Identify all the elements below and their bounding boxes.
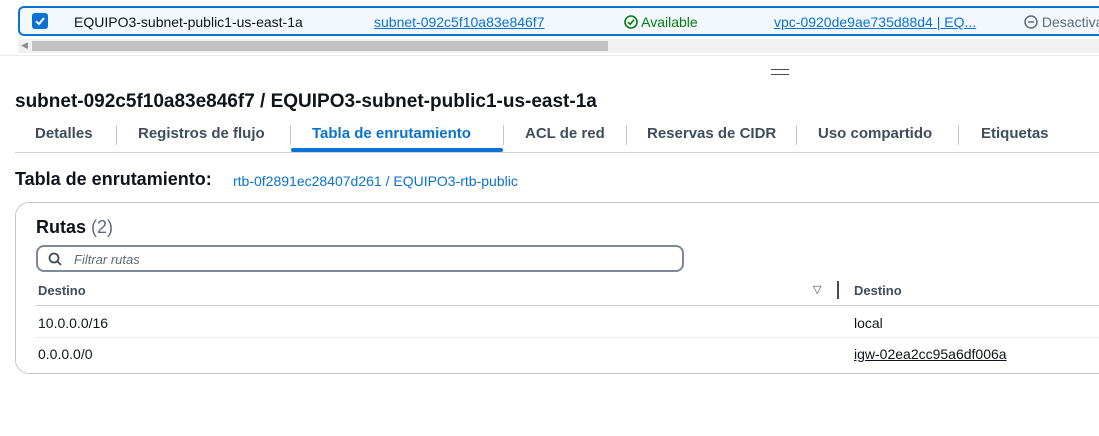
- status-available-icon: [624, 15, 638, 29]
- tab-separator: [116, 125, 117, 145]
- tab-uso-compartido[interactable]: Uso compartido: [818, 120, 932, 152]
- routes-container: Rutas (2) Destino ▽ Destino 10.0.0.0/16 …: [15, 202, 1099, 374]
- tab-etiquetas[interactable]: Etiquetas: [981, 120, 1049, 152]
- routes-count: (2): [91, 217, 114, 237]
- extra-label: Desactiva: [1041, 14, 1099, 30]
- status-disabled-icon: [1024, 15, 1038, 29]
- route-table-label: Tabla de enrutamiento:: [15, 169, 212, 189]
- subnet-name-cell: EQUIPO3-subnet-public1-us-east-1a: [74, 14, 303, 30]
- header-divider: [36, 305, 1099, 306]
- page-title: subnet-092c5f10a83e846f7 / EQUIPO3-subne…: [15, 91, 597, 112]
- route-target-link[interactable]: igw-02ea2cc95a6df006a: [854, 346, 1007, 362]
- tab-detalles[interactable]: Detalles: [35, 120, 93, 152]
- route-destination-cell: 10.0.0.0/16: [38, 315, 109, 331]
- row-divider: [36, 337, 1099, 338]
- extra-cell: Desactiva: [1024, 14, 1099, 30]
- route-destination-cell: 0.0.0.0/0: [38, 346, 93, 362]
- tab-registros-de-flujo[interactable]: Registros de flujo: [138, 120, 265, 152]
- tab-separator: [503, 125, 504, 145]
- route-target-cell: local: [854, 315, 883, 331]
- column-header-target[interactable]: Destino: [854, 283, 902, 298]
- column-resizer[interactable]: [837, 281, 839, 299]
- tab-separator: [290, 125, 291, 145]
- selected-subnet-row[interactable]: EQUIPO3-subnet-public1-us-east-1a subnet…: [18, 6, 1099, 36]
- checkbox-checked-icon[interactable]: [32, 13, 48, 29]
- state-cell: Available: [624, 14, 698, 30]
- tab-reservas-de-cidr[interactable]: Reservas de CIDR: [647, 120, 776, 152]
- subnet-id-link[interactable]: subnet-092c5f10a83e846f7: [374, 14, 544, 30]
- tab-separator: [958, 125, 959, 145]
- tab-separator: [626, 125, 627, 145]
- filter-routes-input[interactable]: [74, 250, 674, 268]
- routes-title-text: Rutas: [36, 217, 87, 237]
- search-icon: [48, 252, 62, 266]
- sort-descending-icon[interactable]: ▽: [813, 283, 821, 296]
- column-header-destination[interactable]: Destino: [38, 283, 86, 298]
- horizontal-scrollbar[interactable]: ◀: [18, 39, 1099, 53]
- filter-routes-field[interactable]: [36, 245, 684, 272]
- tab-acl-de-red[interactable]: ACL de red: [525, 120, 605, 152]
- tab-separator: [796, 125, 797, 145]
- split-divider: [0, 55, 1099, 56]
- tabs-divider: [15, 152, 1099, 153]
- scroll-left-icon[interactable]: ◀: [21, 40, 28, 51]
- routes-title: Rutas (2): [36, 217, 113, 238]
- vpc-link[interactable]: vpc-0920de9ae735d88d4 | EQ...: [774, 14, 976, 30]
- route-table-link[interactable]: rtb-0f2891ec28407d261 / EQUIPO3-rtb-publ…: [233, 173, 518, 189]
- scrollbar-thumb[interactable]: [32, 41, 608, 51]
- state-label: Available: [641, 14, 698, 30]
- drag-handle-icon[interactable]: [771, 69, 789, 75]
